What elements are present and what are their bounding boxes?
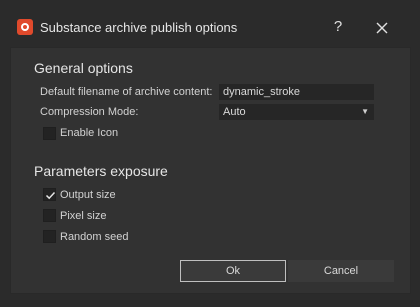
general-options-heading: General options bbox=[34, 60, 133, 76]
help-button[interactable]: ? bbox=[328, 17, 348, 37]
random-seed-checkbox[interactable] bbox=[43, 230, 56, 243]
close-button[interactable] bbox=[371, 17, 393, 39]
ok-button[interactable]: Ok bbox=[180, 260, 286, 282]
random-seed-label: Random seed bbox=[60, 231, 129, 243]
pixel-size-checkbox[interactable] bbox=[43, 209, 56, 222]
close-icon bbox=[376, 22, 388, 34]
output-size-checkbox[interactable] bbox=[43, 188, 56, 201]
compression-mode-select[interactable]: Auto ▼ bbox=[219, 104, 374, 120]
window-title: Substance archive publish options bbox=[40, 20, 238, 35]
cancel-button[interactable]: Cancel bbox=[288, 260, 394, 282]
parameters-exposure-heading: Parameters exposure bbox=[34, 163, 168, 179]
enable-icon-label: Enable Icon bbox=[60, 127, 119, 139]
chevron-down-icon: ▼ bbox=[361, 107, 369, 116]
filename-label: Default filename of archive content: bbox=[40, 86, 213, 98]
enable-icon-checkbox[interactable] bbox=[43, 127, 56, 140]
pixel-size-label: Pixel size bbox=[60, 210, 107, 222]
substance-app-icon bbox=[17, 19, 33, 35]
compression-mode-label: Compression Mode: bbox=[40, 106, 139, 118]
filename-input[interactable] bbox=[219, 84, 374, 100]
compression-mode-value: Auto bbox=[223, 106, 246, 118]
output-size-label: Output size bbox=[60, 189, 116, 201]
checkmark-icon bbox=[45, 191, 56, 200]
